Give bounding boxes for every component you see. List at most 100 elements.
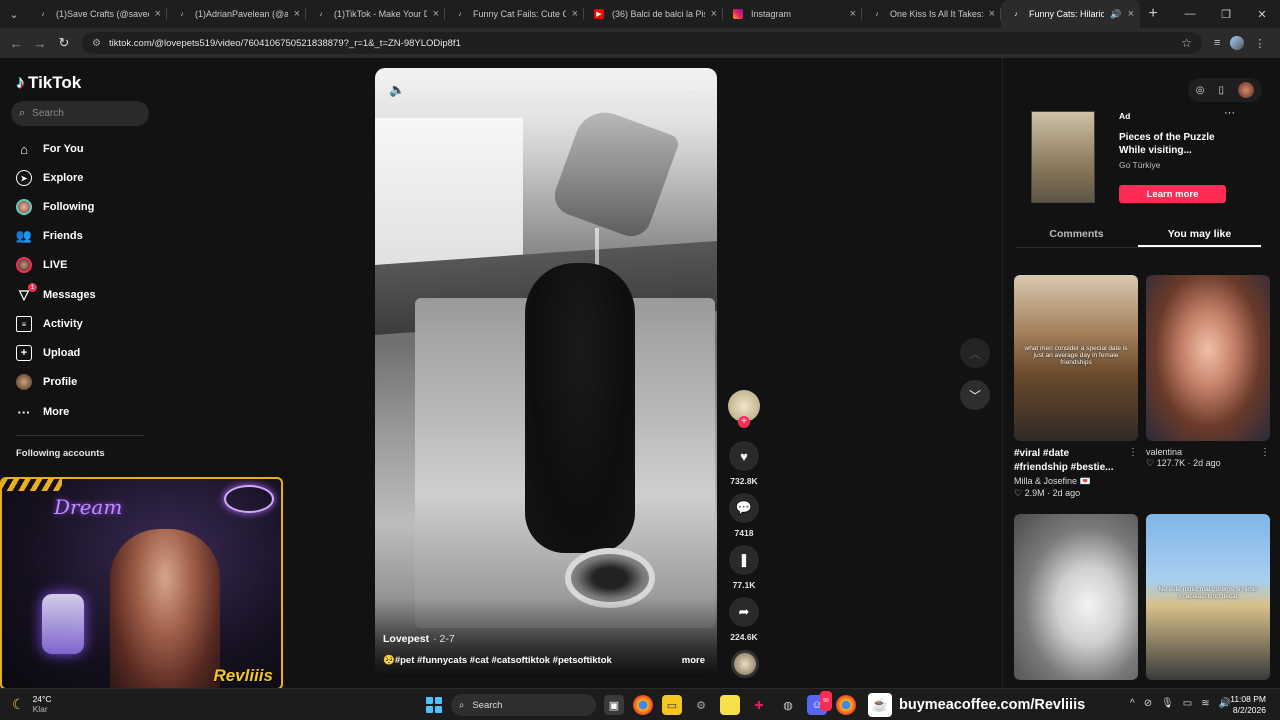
recommended-video-card[interactable]: what men consider a special date is just… xyxy=(1014,275,1138,499)
close-window-icon[interactable]: ✕ xyxy=(1244,8,1280,21)
share-button[interactable]: ➦ 224.6K xyxy=(728,597,760,642)
back-icon[interactable]: ← xyxy=(4,36,28,51)
reload-icon[interactable]: ↻ xyxy=(52,35,76,51)
like-button[interactable]: ♥ 732.8K xyxy=(728,441,760,486)
minimize-icon[interactable]: — xyxy=(1172,8,1208,21)
volume-icon[interactable]: 🔈 xyxy=(389,82,405,98)
share-count: 224.6K xyxy=(730,632,758,642)
sticky-notes-icon[interactable] xyxy=(720,695,740,715)
compass-icon[interactable]: ◎ xyxy=(1196,85,1205,96)
browser-tab[interactable]: Instagram × xyxy=(723,0,862,28)
previous-video-button[interactable]: ︿ xyxy=(960,338,990,368)
sidebar-item-friends[interactable]: 👥 Friends xyxy=(16,225,83,247)
system-tray: ^ ⊘ 🎙 ▭ ≋ 🔊 xyxy=(1130,698,1231,709)
sidebar-item-for-you[interactable]: ⌂ For You xyxy=(16,138,83,160)
microphone-icon[interactable]: 🎙 xyxy=(1161,698,1174,709)
close-tab-icon[interactable]: × xyxy=(155,8,161,20)
sound-disc-icon[interactable] xyxy=(731,650,759,678)
browser-tab[interactable]: ♪Funny Cat Fails: Cute Cat× xyxy=(445,0,584,28)
bookmark-star-icon[interactable]: ☆ xyxy=(1181,36,1192,50)
new-tab-button[interactable]: + xyxy=(1140,5,1166,23)
browser-tab[interactable]: ♪(1)AdrianPavelean (@adri× xyxy=(167,0,306,28)
ad-more-icon[interactable]: ··· xyxy=(1224,107,1235,119)
chevron-up-icon[interactable]: ^ xyxy=(1130,698,1135,709)
tab-search-chevron-icon[interactable]: ⌄ xyxy=(0,0,28,28)
close-tab-icon[interactable]: × xyxy=(433,8,439,20)
user-avatar[interactable] xyxy=(1238,82,1254,98)
settings-icon[interactable]: ⚙ xyxy=(691,695,711,715)
sidebar-item-more[interactable]: ··· More xyxy=(16,401,70,423)
sidebar-item-following[interactable]: Following xyxy=(16,196,94,218)
card-stats: ♡ 127.7K · 2d ago xyxy=(1146,458,1221,468)
network-off-icon[interactable]: ⊘ xyxy=(1144,698,1152,709)
video-player[interactable]: 🔈 ··· Lovepest · 2-7 🥺#pet #funnycats #ca… xyxy=(375,68,717,677)
close-tab-icon[interactable]: × xyxy=(989,8,995,20)
sidebar-item-upload[interactable]: + Upload xyxy=(16,342,80,364)
media-control-icon[interactable]: ≡ xyxy=(1214,37,1220,49)
learn-more-button[interactable]: Learn more xyxy=(1119,185,1226,203)
ad-title: Pieces of the Puzzle While visiting... xyxy=(1119,132,1215,156)
slack-icon[interactable]: ✚ xyxy=(749,695,769,715)
tiktok-logo[interactable]: ♪ TikTok xyxy=(16,72,81,93)
site-info-icon[interactable]: ⚙ xyxy=(92,38,101,49)
video-author[interactable]: Lovepest · 2-7 xyxy=(383,633,455,645)
recommended-video-card[interactable]: valentina ♡ 127.7K · 2d ago ⋮ xyxy=(1146,275,1270,469)
tab-you-may-like[interactable]: You may like xyxy=(1138,218,1261,247)
heart-icon: ♥ xyxy=(729,441,759,471)
url-field[interactable]: ⚙ tiktok.com/@lovepets519/video/76041067… xyxy=(82,32,1202,54)
tab-comments[interactable]: Comments xyxy=(1015,218,1138,247)
display-icon[interactable]: ▭ xyxy=(1183,698,1192,709)
caption-more-link[interactable]: more xyxy=(682,655,705,666)
frame-decoration xyxy=(2,479,62,491)
browser-tab[interactable]: ♪(1)Save Crafts (@savecraft× xyxy=(28,0,167,28)
video-more-options-icon[interactable]: ··· xyxy=(686,79,703,95)
taskbar-search[interactable]: ⌕ Search xyxy=(451,694,596,716)
ad-thumbnail[interactable] xyxy=(1031,111,1095,203)
device-icon[interactable]: ▯ xyxy=(1218,85,1224,96)
spotify-icon[interactable]: ◍ xyxy=(778,695,798,715)
sidebar-item-live[interactable]: LIVE xyxy=(16,254,67,276)
close-tab-icon[interactable]: × xyxy=(850,8,856,20)
close-tab-icon[interactable]: × xyxy=(711,8,717,20)
file-explorer-icon[interactable]: ▭ xyxy=(662,695,682,715)
browser-tab[interactable]: ▶(36) Balci de balci la Pisca× xyxy=(584,0,723,28)
sidebar-item-explore[interactable]: ➤ Explore xyxy=(16,167,83,189)
browser-tab[interactable]: ♪ One Kiss Is All It Takes: A × xyxy=(862,0,1001,28)
comment-button[interactable]: 💬 7418 xyxy=(728,493,760,538)
taskbar-clock[interactable]: 11:08 PM 8/2/2026 xyxy=(1230,694,1266,716)
recommended-video-card[interactable]: Nu este nimic mai dureros și nimic în ac… xyxy=(1146,514,1270,680)
ad-label: Ad xyxy=(1119,111,1131,121)
restore-icon[interactable]: ❐ xyxy=(1208,8,1244,21)
sidebar-item-messages[interactable]: ▽ 1 Messages xyxy=(16,283,96,306)
recommended-video-card[interactable] xyxy=(1014,514,1138,680)
chrome-icon[interactable] xyxy=(836,695,856,715)
sidebar-item-profile[interactable]: Profile xyxy=(16,371,77,393)
chrome-icon[interactable] xyxy=(633,695,653,715)
sidebar-item-activity[interactable]: ≡ Activity xyxy=(16,313,83,335)
browser-tab[interactable]: ♪(1)TikTok - Make Your Day× xyxy=(306,0,445,28)
browser-tab-bar: ⌄ ♪(1)Save Crafts (@savecraft× ♪(1)Adria… xyxy=(0,0,1280,28)
browser-menu-icon[interactable]: ⋮ xyxy=(1254,37,1265,50)
video-thumbnail: what men consider a special date is just… xyxy=(1014,275,1138,441)
next-video-button[interactable]: ﹀ xyxy=(960,380,990,410)
speaker-icon[interactable]: 🔊 xyxy=(1110,9,1121,20)
discord-badge: 99 xyxy=(820,691,832,711)
wifi-icon[interactable]: ≋ xyxy=(1201,698,1209,709)
search-input[interactable]: ⌕ Search xyxy=(11,101,149,126)
weather-widget[interactable]: ☾ 24°C Klar xyxy=(12,694,52,714)
windows-start-icon[interactable] xyxy=(426,697,442,713)
browser-tab-active[interactable]: ♪Funny Cats: Hilarious🔊× xyxy=(1001,0,1140,28)
follow-plus-icon[interactable]: + xyxy=(738,416,750,428)
save-button[interactable]: ❚ 77.1K xyxy=(728,545,760,590)
discord-icon[interactable]: ☺ 99 xyxy=(807,691,832,715)
close-tab-icon[interactable]: × xyxy=(1128,8,1134,20)
close-tab-icon[interactable]: × xyxy=(294,8,300,20)
card-more-icon[interactable]: ⋮ xyxy=(1128,447,1138,458)
profile-avatar-icon[interactable] xyxy=(1230,36,1245,50)
close-tab-icon[interactable]: × xyxy=(572,8,578,20)
volume-icon[interactable]: 🔊 xyxy=(1219,698,1231,709)
video-thumbnail: Nu este nimic mai dureros și nimic în ac… xyxy=(1146,514,1270,680)
forward-icon[interactable]: → xyxy=(28,36,52,51)
task-view-icon[interactable]: ▣ xyxy=(604,695,624,715)
card-more-icon[interactable]: ⋮ xyxy=(1260,447,1270,458)
